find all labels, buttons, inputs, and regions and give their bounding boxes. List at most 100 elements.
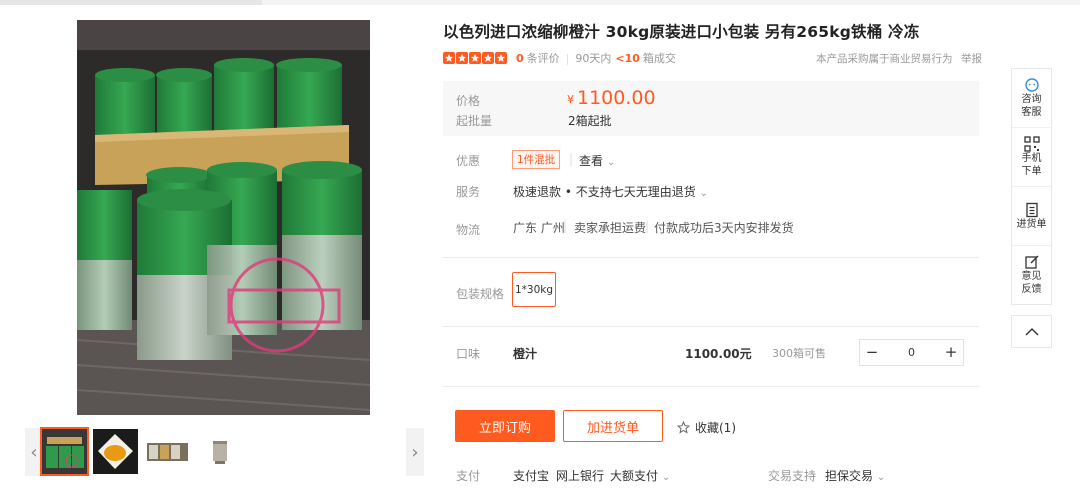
logistics-shipping: 付款成功后3天内安排发货 [654, 221, 794, 235]
divider: | [645, 219, 650, 233]
price-value: 1100.00 [577, 87, 656, 109]
star-icon [495, 52, 507, 64]
sidebar-label: 意见 [1021, 271, 1042, 282]
moq-value: 2箱起批 [568, 114, 612, 128]
minus-button[interactable]: − [860, 340, 884, 365]
promo-label: 优惠 [456, 154, 481, 168]
service-value[interactable]: 极速退款 • 不支持七天无理由退货 ⌄ [513, 183, 708, 200]
payment-method-large[interactable]: 大额支付 ⌄ [610, 467, 670, 484]
plus-button[interactable]: + [939, 340, 963, 365]
logistics-location: 广东 广州 [513, 221, 565, 235]
chevron-right-icon: › [411, 441, 419, 463]
sidebar-item-cart[interactable]: 进货单 [1012, 187, 1051, 246]
flavor-price: 1100.00元 [685, 347, 752, 361]
divider: | [565, 51, 570, 65]
product-title: 以色列进口浓缩柳橙汁 30kg原装进口小包装 另有265kg铁桶 冷冻 [443, 23, 920, 41]
star-icon [443, 52, 455, 64]
sidebar-label: 手机 [1021, 153, 1042, 164]
divider: | [563, 219, 568, 233]
favorite-button[interactable]: 收藏(1) [677, 419, 736, 436]
rating-stars [443, 52, 508, 64]
trade-support-label: 交易支持 [768, 469, 817, 483]
reviews-count[interactable]: 0 [516, 52, 524, 65]
period-label: 90天内 [575, 52, 612, 65]
thumbnail-3[interactable] [145, 429, 190, 474]
add-to-cart-button[interactable]: 加进货单 [563, 410, 663, 442]
star-icon [482, 52, 494, 64]
section-divider [443, 326, 979, 327]
trade-support-value[interactable]: 担保交易 ⌄ [825, 467, 885, 484]
chevron-down-icon: ⌄ [606, 157, 616, 168]
flavor-stock: 300箱可售 [772, 347, 826, 360]
thumbnail-1[interactable] [40, 427, 89, 476]
thumbnail-juice-image [93, 429, 138, 474]
qrcode-icon [1023, 136, 1040, 152]
promo-view-label: 查看 [579, 154, 604, 168]
trade-support-text: 担保交易 [825, 469, 874, 483]
main-product-image[interactable] [77, 20, 370, 415]
chevron-up-icon [1025, 327, 1038, 335]
thumbnail-box-image [197, 429, 242, 474]
barrels-photo [77, 20, 370, 415]
deals-label: 箱成交 [642, 52, 676, 65]
sidebar-label: 反馈 [1021, 284, 1042, 295]
sidebar-label: 进货单 [1016, 218, 1047, 230]
service-label: 服务 [456, 185, 481, 199]
divider: | [569, 152, 574, 166]
thumbnail-2[interactable] [93, 429, 138, 474]
spec-option[interactable]: 1*30kg [512, 272, 556, 307]
moq-label: 起批量 [456, 114, 493, 128]
sidebar-item-feedback[interactable]: 意见 反馈 [1012, 246, 1051, 304]
section-divider [443, 257, 979, 258]
favorite-label: 收藏(1) [695, 421, 736, 435]
price-label: 价格 [456, 94, 481, 108]
flavor-name: 橙汁 [513, 347, 538, 361]
chevron-left-icon: ‹ [30, 441, 38, 463]
rating-row: 0 条评价 | 90天内 <10 箱成交 [443, 50, 676, 66]
deals-value: <10 [615, 51, 640, 65]
list-icon [1025, 202, 1038, 217]
reviews-label[interactable]: 条评价 [527, 50, 560, 66]
thumbnail-barrels-image [42, 429, 87, 474]
logistics-freight: 卖家承担运费 [574, 221, 647, 235]
thumbnail-pallet-image [145, 429, 190, 474]
top-strip [0, 0, 1080, 5]
sidebar-item-mobile-order[interactable]: 手机 下单 [1012, 128, 1051, 187]
thumbnail-next-button[interactable]: › [406, 428, 424, 476]
thumbnail-strip: ‹ › [25, 427, 424, 478]
service-icon [1024, 78, 1039, 92]
flavor-label: 口味 [456, 347, 481, 361]
promo-view-button[interactable]: 查看 ⌄ [579, 152, 615, 169]
trade-notice: 本产品采购属于商业贸易行为 [816, 53, 953, 65]
sidebar-label: 客服 [1021, 107, 1042, 118]
star-icon [456, 52, 468, 64]
thumbnail-4[interactable] [197, 429, 242, 474]
payment-method-large-label: 大额支付 [610, 469, 659, 483]
report-link[interactable]: 举报 [961, 51, 982, 66]
sidebar-label: 咨询 [1021, 94, 1042, 105]
currency-symbol: ¥ [567, 93, 574, 106]
payment-label: 支付 [456, 469, 481, 483]
quantity-input[interactable]: 0 [890, 340, 933, 365]
sidebar-item-service[interactable]: 咨询 客服 [1012, 69, 1051, 128]
service-text: 极速退款 • 不支持七天无理由退货 [513, 185, 696, 199]
spec-label: 包装规格 [456, 287, 505, 301]
sidebar-label: 下单 [1021, 166, 1042, 177]
star-outline-icon [677, 421, 690, 434]
payment-method-alipay: 支付宝 [513, 469, 550, 483]
quantity-stepper: − 0 + [859, 339, 964, 366]
payment-method-bank: 网上银行 [556, 469, 605, 483]
logistics-label: 物流 [456, 223, 481, 237]
floating-sidebar: 咨询 客服 手机 下单 进货单 意见 反馈 [1011, 68, 1052, 305]
chevron-down-icon: ⌄ [876, 472, 886, 483]
chevron-down-icon: ⌄ [699, 188, 708, 199]
section-divider [443, 386, 979, 387]
thumbnail-prev-button[interactable]: ‹ [25, 428, 43, 476]
price-panel: 价格 ¥ 1100.00 起批量 2箱起批 [443, 81, 979, 136]
promo-tag: 1件混批 [512, 150, 561, 169]
edit-icon [1024, 255, 1038, 269]
star-icon [469, 52, 481, 64]
buy-now-button[interactable]: 立即订购 [455, 410, 555, 442]
chevron-down-icon: ⌄ [661, 472, 671, 483]
back-to-top-button[interactable] [1011, 315, 1052, 348]
